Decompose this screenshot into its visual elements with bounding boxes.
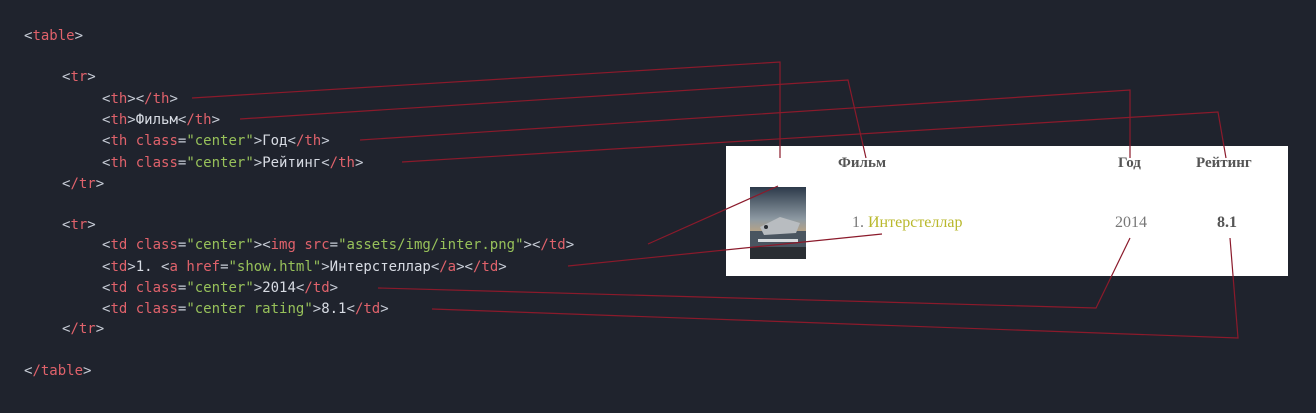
poster-icon	[750, 187, 806, 259]
film-number: 1.	[852, 214, 868, 231]
code-line-table-open: <table>	[24, 28, 84, 44]
code-line-td-link: <td>1. <a href="show.html">Интерстеллар<…	[102, 259, 507, 275]
code-line-tr-close-2: </tr>	[62, 321, 105, 337]
code-line-tr-open: <tr>	[62, 69, 96, 85]
year-cell: 2014	[1115, 214, 1147, 231]
code-line-td-year: <td class="center">2014</td>	[102, 280, 339, 296]
code-line-th-year: <th class="center">Год</th>	[102, 133, 330, 149]
code-line-th-rating: <th class="center">Рейтинг</th>	[102, 155, 364, 171]
header-film: Фильм	[838, 155, 887, 171]
code-line-td-rating: <td class="center rating">8.1</td>	[102, 301, 389, 317]
rendered-table-preview: Фильм Год Рейтинг 1. Интерстеллар 2014 8…	[726, 146, 1288, 276]
code-line-th-empty: <th></th>	[102, 91, 178, 107]
code-panel: <table> <tr> <th></th> <th>Фильм</th> <t…	[0, 0, 720, 413]
header-rating: Рейтинг	[1196, 155, 1252, 171]
code-line-table-close: </table>	[24, 363, 92, 379]
header-year: Год	[1118, 155, 1141, 171]
code-line-tr-open-2: <tr>	[62, 217, 96, 233]
code-line-th-film: <th>Фильм</th>	[102, 112, 221, 128]
code-line-tr-close: </tr>	[62, 176, 105, 192]
rating-cell: 8.1	[1217, 214, 1237, 231]
movie-poster-image	[750, 187, 806, 259]
film-cell: 1. Интерстеллар	[852, 214, 962, 232]
code-line-td-img: <td class="center"><img src="assets/img/…	[102, 237, 575, 253]
film-title-link[interactable]: Интерстеллар	[868, 214, 962, 231]
